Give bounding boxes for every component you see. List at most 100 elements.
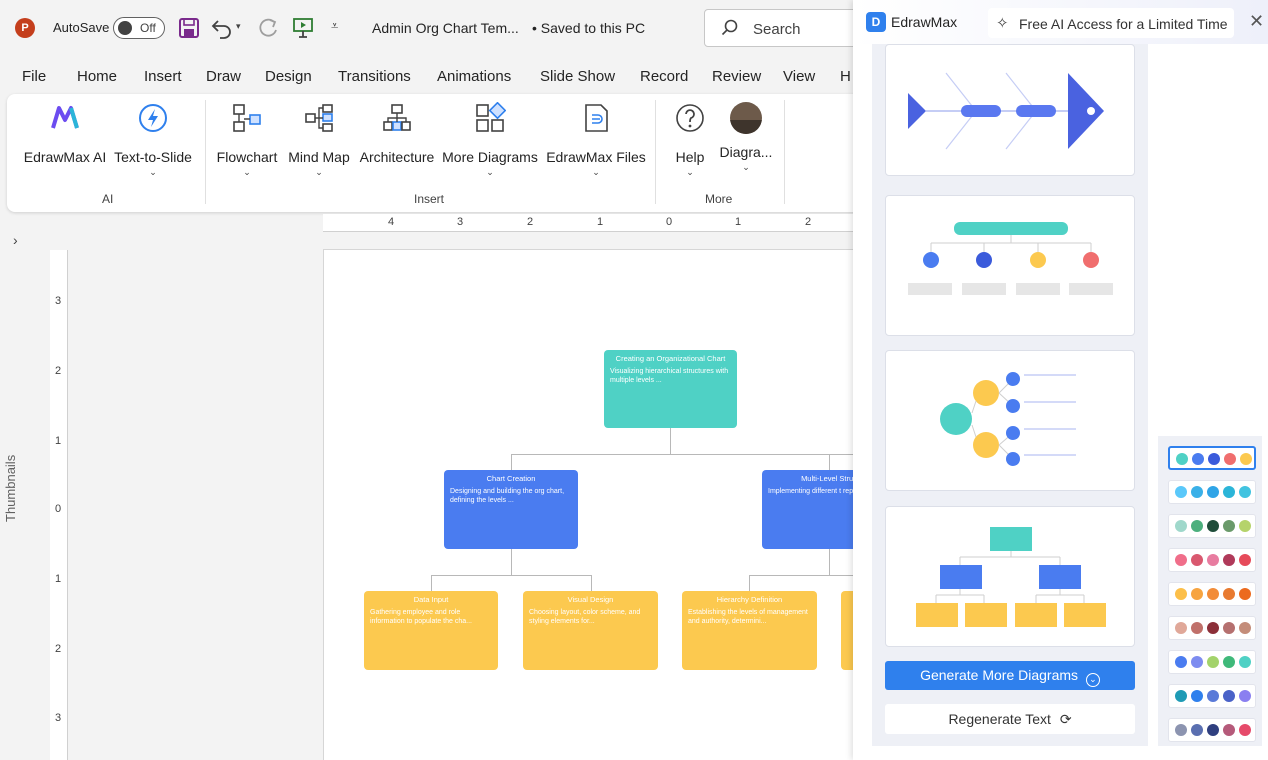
color-palette-option[interactable]	[1168, 684, 1256, 708]
node-title: Chart Creation	[486, 474, 536, 483]
chevron-down-icon: ⌄	[1085, 673, 1100, 687]
connector-line	[431, 575, 591, 576]
org-node-data-input[interactable]: Data Input Gathering employee and role i…	[364, 591, 498, 670]
tab-transitions[interactable]: Transitions	[338, 68, 411, 85]
color-swatch	[1207, 486, 1219, 498]
promo-banner[interactable]: ✧ Free AI Access for a Limited Time	[988, 8, 1234, 38]
color-palette-option[interactable]	[1168, 514, 1256, 538]
color-swatch	[1191, 656, 1203, 668]
powerpoint-logo-icon: P	[15, 18, 35, 38]
color-swatch	[1191, 690, 1203, 702]
tab-animations[interactable]: Animations	[437, 68, 511, 85]
thumbnails-label[interactable]: Thumbnails	[3, 455, 18, 522]
file-icon	[585, 104, 608, 132]
color-swatch	[1224, 453, 1236, 465]
present-icon[interactable]	[291, 16, 315, 40]
ruler-number: 0	[55, 503, 62, 515]
tab-design[interactable]: Design	[265, 68, 312, 85]
architecture-button[interactable]: Architecture	[357, 102, 437, 165]
flowchart-label: Flowchart	[216, 149, 278, 165]
grid-icon	[476, 101, 507, 132]
color-swatch	[1191, 724, 1203, 736]
diagram-preview-mind-map[interactable]	[885, 350, 1135, 491]
diagram-preview-org-chart[interactable]	[885, 195, 1135, 336]
diagram-button[interactable]: Diagra... ⌄	[717, 102, 775, 173]
regenerate-text-button[interactable]: Regenerate Text ⟳	[885, 704, 1135, 734]
ruler-number: 1	[55, 573, 62, 585]
tab-review[interactable]: Review	[712, 68, 761, 85]
color-swatch	[1239, 724, 1251, 736]
save-icon[interactable]	[177, 16, 201, 40]
group-label-ai: AI	[102, 192, 114, 206]
color-swatch	[1176, 453, 1188, 465]
color-swatch	[1191, 588, 1203, 600]
connector-line	[749, 575, 867, 576]
color-palette-option[interactable]	[1168, 548, 1256, 572]
avatar-icon	[730, 102, 762, 134]
node-title: Visual Design	[567, 595, 614, 604]
horizontal-ruler: 4 3 2 1 0 1 2	[323, 214, 863, 232]
autosave-label: AutoSave	[53, 20, 110, 35]
color-swatch	[1207, 588, 1219, 600]
color-palette-option[interactable]	[1168, 582, 1256, 606]
customize-toolbar-icon[interactable]: ⩡	[331, 18, 338, 34]
node-description: Gathering employee and role information …	[370, 609, 472, 625]
color-palette-option[interactable]	[1168, 480, 1256, 504]
diagram-preview-hierarchy[interactable]	[885, 506, 1135, 647]
close-icon[interactable]: ✕	[1249, 11, 1264, 32]
connector-line	[591, 575, 592, 591]
color-palette-option[interactable]	[1168, 616, 1256, 640]
color-swatch	[1175, 486, 1187, 498]
undo-dropdown-icon[interactable]: ▾	[236, 21, 241, 32]
color-palette-option[interactable]	[1168, 446, 1256, 470]
tab-slide-show[interactable]: Slide Show	[540, 68, 615, 85]
toggle-knob	[118, 21, 132, 35]
undo-icon[interactable]	[210, 16, 234, 40]
help-label: Help	[675, 149, 705, 165]
org-node-chart-creation[interactable]: Chart Creation Designing and building th…	[444, 470, 578, 549]
edrawmax-files-button[interactable]: EdrawMax Files ⌄	[545, 102, 647, 178]
color-swatch	[1239, 588, 1251, 600]
color-palette-option[interactable]	[1168, 718, 1256, 742]
tab-home[interactable]: Home	[77, 68, 117, 85]
edrawmax-ai-button[interactable]: EdrawMax AI	[23, 102, 107, 165]
text-to-slide-button[interactable]: Text-to-Slide ⌄	[111, 102, 195, 178]
edrawmax-files-label: EdrawMax Files	[546, 149, 646, 165]
search-icon	[721, 19, 738, 36]
tab-record[interactable]: Record	[640, 68, 688, 85]
org-node-visual-design[interactable]: Visual Design Choosing layout, color sch…	[523, 591, 658, 670]
color-palette-option[interactable]	[1168, 650, 1256, 674]
slide-canvas[interactable]: Creating an Organizational Chart Visuali…	[323, 249, 868, 760]
color-swatch	[1175, 588, 1187, 600]
mind-map-button[interactable]: Mind Map ⌄	[284, 102, 354, 178]
ruler-number: 3	[457, 216, 464, 228]
expand-thumbnails-icon[interactable]: ›	[13, 232, 18, 248]
color-swatch	[1223, 520, 1235, 532]
flowchart-button[interactable]: Flowchart ⌄	[213, 102, 281, 178]
tab-help-truncated[interactable]: H	[840, 68, 851, 85]
edrawmax-ai-icon	[51, 106, 79, 129]
org-node-root[interactable]: Creating an Organizational Chart Visuali…	[604, 350, 737, 428]
tab-view[interactable]: View	[783, 68, 815, 85]
promo-text: Free AI Access for a Limited Time	[1019, 16, 1228, 32]
node-description: Designing and building the org chart, de…	[450, 488, 565, 504]
color-swatch	[1239, 656, 1251, 668]
help-button[interactable]: Help ⌄	[669, 102, 711, 178]
org-node-hierarchy-definition[interactable]: Hierarchy Definition Establishing the le…	[682, 591, 817, 670]
more-diagrams-button[interactable]: More Diagrams ⌄	[441, 101, 539, 178]
tab-insert[interactable]: Insert	[144, 68, 182, 85]
lightning-icon	[139, 104, 167, 132]
search-box[interactable]: Search	[704, 9, 864, 47]
tab-file[interactable]: File	[22, 68, 46, 85]
more-diagrams-label: More Diagrams	[442, 149, 538, 165]
ruler-number: 2	[55, 643, 62, 655]
redo-icon[interactable]	[256, 16, 280, 40]
architecture-icon	[383, 104, 411, 131]
menu-bar: File Home Insert Draw Design Transitions…	[0, 58, 860, 94]
color-swatch	[1239, 554, 1251, 566]
ribbon-separator	[655, 100, 656, 204]
generate-more-diagrams-button[interactable]: Generate More Diagrams ⌄	[885, 661, 1135, 690]
autosave-toggle[interactable]: Off	[113, 17, 165, 39]
diagram-preview-fishbone[interactable]	[885, 44, 1135, 176]
tab-draw[interactable]: Draw	[206, 68, 241, 85]
